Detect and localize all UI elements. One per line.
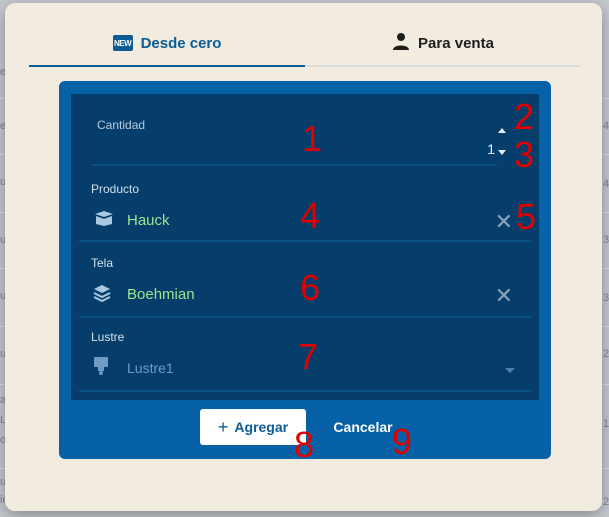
- lustre-value: Lustre1: [127, 360, 174, 376]
- bg-text: 4: [603, 120, 609, 132]
- bg-text: 3: [603, 234, 609, 246]
- lamp-icon: [93, 356, 109, 381]
- annotation-marker: 7: [298, 336, 319, 377]
- annotation-marker: 1: [302, 118, 323, 159]
- add-button-label: Agregar: [234, 419, 289, 435]
- lustre-label: Lustre: [91, 330, 125, 344]
- bg-text: 4: [603, 178, 609, 190]
- bg-text: 3: [603, 292, 609, 304]
- cantidad-label: Cantidad: [97, 118, 146, 132]
- cantidad-input[interactable]: 1: [487, 141, 495, 157]
- annotation-marker: 3: [514, 134, 535, 175]
- annotation-marker: 5: [516, 196, 537, 237]
- tab-desde-cero[interactable]: NEW Desde cero: [29, 21, 305, 67]
- producto-value: Hauck: [127, 212, 170, 229]
- add-button[interactable]: + Agregar: [200, 409, 306, 445]
- annotation-marker: 2: [514, 96, 535, 137]
- box-icon: [93, 210, 115, 231]
- tela-value: Boehmian: [127, 286, 195, 303]
- bg-text: 2: [603, 348, 609, 360]
- annotation-marker: 9: [392, 421, 413, 462]
- cancel-button-label: Cancelar: [333, 419, 393, 435]
- bg-text: 2.0: [603, 496, 609, 508]
- tab-label: Para venta: [418, 34, 494, 52]
- bg-text: 1: [603, 418, 609, 430]
- producto-label: Producto: [91, 182, 140, 196]
- annotation-marker: 8: [294, 424, 315, 465]
- tela-label: Tela: [91, 256, 114, 270]
- annotation-marker: 4: [300, 195, 321, 236]
- tab-label: Desde cero: [140, 34, 222, 52]
- tab-para-venta[interactable]: Para venta: [305, 21, 581, 65]
- new-icon: NEW: [112, 35, 133, 51]
- person-icon: [392, 32, 410, 54]
- layers-icon: [93, 284, 111, 307]
- decrement-arrow-icon[interactable]: [498, 150, 506, 155]
- chevron-down-icon[interactable]: [505, 368, 515, 373]
- clear-tela-icon[interactable]: ✕: [495, 285, 513, 307]
- plus-icon: +: [217, 416, 229, 437]
- tab-bar: NEW Desde cero Para venta: [29, 21, 581, 67]
- clear-producto-icon[interactable]: ✕: [495, 211, 513, 233]
- annotation-marker: 6: [300, 267, 321, 308]
- increment-arrow-icon[interactable]: [498, 128, 506, 133]
- cantidad-underline: [91, 164, 497, 166]
